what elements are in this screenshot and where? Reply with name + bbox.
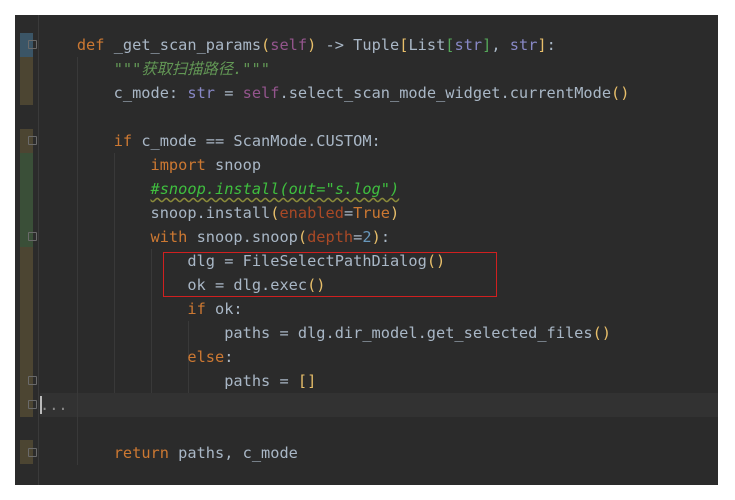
code-line[interactable]: with snoop.snoop(depth=2):	[40, 225, 391, 249]
code-token: snoop	[205, 156, 262, 174]
code-token: (	[261, 36, 271, 54]
code-token: List	[408, 36, 446, 54]
code-token: )	[390, 204, 400, 222]
code-line[interactable]: def _get_scan_params(self) -> Tuple [List…	[40, 33, 556, 57]
code-token: ()	[611, 84, 630, 102]
code-token: paths = dlg.dir_model.get_selected_files	[40, 324, 593, 342]
code-token: depth	[307, 228, 354, 246]
fold-end-icon[interactable]	[28, 376, 37, 385]
code-token: _get_scan_params	[104, 36, 262, 54]
text-caret	[40, 396, 42, 414]
current-line-highlight	[40, 393, 718, 417]
code-line[interactable]: c_mode: str = self.select_scan_mode_widg…	[40, 81, 630, 105]
code-line[interactable]: return paths, c_mode	[40, 441, 298, 465]
code-token: """获取扫描路径."""	[113, 60, 270, 78]
code-token: str	[509, 36, 538, 54]
code-token: -> Tuple	[316, 36, 400, 54]
code-token: paths, c_mode	[168, 444, 298, 462]
code-line[interactable]: if c_mode == ScanMode.CUSTOM:	[40, 129, 381, 153]
fold-icon[interactable]	[28, 232, 37, 241]
code-line[interactable]: else:	[40, 345, 233, 369]
code-token: paths =	[40, 372, 298, 390]
code-token: =	[343, 204, 354, 222]
code-line[interactable]: """获取扫描路径."""	[40, 57, 270, 81]
code-token: (	[297, 228, 308, 246]
gutter-divider	[38, 15, 39, 485]
code-token: c_mode == ScanMode.CUSTOM:	[132, 132, 381, 150]
code-token: )	[307, 36, 317, 54]
code-token: self	[270, 36, 308, 54]
code-token: ,	[491, 36, 510, 54]
code-token: :	[224, 348, 234, 366]
fold-icon[interactable]	[28, 136, 37, 145]
code-line[interactable]: paths = dlg.dir_model.get_selected_files…	[40, 321, 611, 345]
code-token: ]	[482, 36, 492, 54]
code-token: )	[371, 228, 381, 246]
code-token: def	[76, 36, 105, 54]
code-token: return	[113, 444, 169, 462]
code-line[interactable]: import snoop	[40, 153, 262, 177]
gutter	[15, 15, 40, 485]
code-token: self	[242, 84, 280, 102]
code-token: ()	[592, 324, 611, 342]
code-token: snoop.snoop	[187, 228, 298, 246]
code-token: =	[353, 228, 363, 246]
code-token: ...	[40, 396, 68, 414]
code-token: []	[297, 372, 317, 390]
code-line[interactable]: ...	[40, 393, 68, 417]
code-token: [	[445, 36, 455, 54]
code-token: snoop.install	[40, 204, 271, 222]
code-token: .select_scan_mode_widget.currentMode	[279, 84, 612, 102]
code-token: if	[187, 300, 206, 318]
code-token: 2	[362, 228, 372, 246]
code-token: c_mode:	[40, 84, 188, 102]
code-token: import	[150, 156, 206, 174]
code-token: #snoop.install(out="s.log")	[150, 180, 400, 198]
fold-end-icon[interactable]	[28, 448, 37, 457]
fold-icon[interactable]	[28, 40, 37, 49]
code-token: with	[150, 228, 188, 246]
code-token: str	[454, 36, 483, 54]
code-line[interactable]: paths = []	[40, 369, 316, 393]
highlight-annotation-box	[163, 252, 497, 297]
code-line[interactable]: snoop.install(enabled=True)	[40, 201, 400, 225]
code-token: True	[353, 204, 390, 222]
code-token: :	[546, 36, 556, 54]
change-marker	[20, 57, 33, 105]
code-token: ok:	[205, 300, 243, 318]
code-token: str	[187, 84, 215, 102]
code-line[interactable]: #snoop.install(out="s.log")	[40, 177, 400, 201]
code-token: if	[113, 132, 133, 150]
code-token: else	[187, 348, 225, 366]
code-token: enabled	[279, 204, 344, 222]
code-editor[interactable]: def _get_scan_params(self) -> Tuple[List…	[15, 15, 718, 485]
code-line[interactable]: if ok:	[40, 297, 243, 321]
code-token: ]	[537, 36, 547, 54]
change-marker	[20, 247, 33, 417]
expand-fold-icon[interactable]	[28, 400, 37, 409]
code-token: =	[215, 84, 243, 102]
code-token: :	[380, 228, 391, 246]
